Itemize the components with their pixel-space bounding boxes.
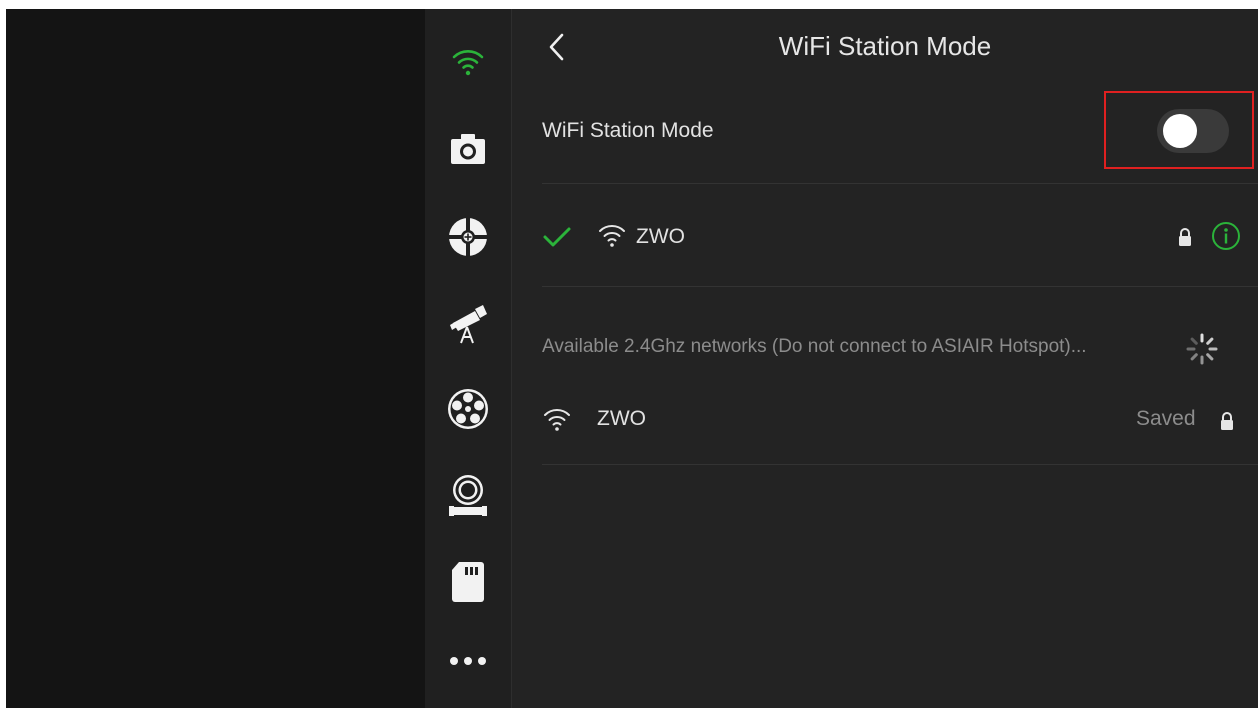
filter-wheel-icon (448, 389, 488, 429)
highlight-box (1104, 91, 1254, 169)
checkmark-icon (543, 227, 571, 247)
sd-card-icon (452, 562, 484, 602)
lock-icon (1221, 412, 1233, 430)
available-networks-heading: Available 2.4Ghz networks (Do not connec… (542, 336, 1087, 357)
sidebar-item-focuser[interactable] (425, 471, 511, 521)
network-ssid: ZWO (597, 407, 646, 430)
sidebar-item-more[interactable] (425, 636, 511, 686)
divider (542, 183, 1258, 184)
settings-panel: WiFi Station Mode WiFi Station Mode ZWO (512, 9, 1258, 708)
sidebar-item-wifi[interactable] (425, 36, 511, 86)
divider (542, 464, 1258, 465)
info-icon[interactable] (1210, 220, 1242, 252)
loading-spinner-icon (1186, 333, 1218, 365)
preview-area (6, 9, 425, 708)
panel-header: WiFi Station Mode (512, 9, 1258, 84)
network-list-item[interactable]: ZWO Saved (512, 389, 1258, 463)
sidebar (425, 9, 512, 708)
sidebar-item-filter-wheel[interactable] (425, 384, 511, 434)
guide-icon (449, 218, 487, 256)
camera-icon (451, 134, 485, 164)
telescope-icon (450, 305, 487, 344)
focuser-icon (449, 475, 487, 516)
connected-ssid: ZWO (636, 225, 685, 248)
wifi-icon (452, 50, 484, 76)
wifi-signal-icon (599, 225, 625, 247)
more-icon (450, 657, 486, 665)
sidebar-item-storage[interactable] (425, 557, 511, 607)
sidebar-item-camera[interactable] (425, 123, 511, 173)
sidebar-item-guide[interactable] (425, 212, 511, 262)
divider (542, 286, 1258, 287)
network-status: Saved (1136, 407, 1196, 430)
lock-icon (1179, 228, 1191, 246)
connected-network-row[interactable]: ZWO (512, 185, 1258, 285)
app-frame: WiFi Station Mode WiFi Station Mode ZWO (6, 9, 1258, 708)
sidebar-item-telescope[interactable] (425, 299, 511, 349)
page-title: WiFi Station Mode (778, 31, 992, 61)
station-mode-label: WiFi Station Mode (542, 119, 714, 142)
wifi-signal-icon (544, 409, 570, 431)
